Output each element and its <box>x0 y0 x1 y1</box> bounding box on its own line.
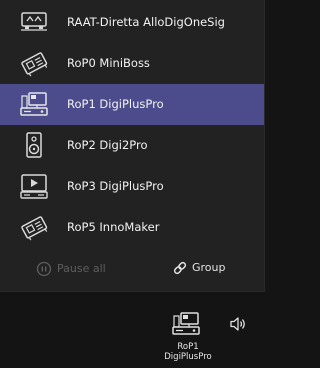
zone-item-raat-diretta[interactable]: RAAT-Diretta AlloDigOneSig <box>0 2 264 43</box>
zone-picker-popup: RAAT-Diretta AlloDigOneSig RoP0 MiniBoss <box>0 0 265 292</box>
zone-label: RoP2 Digi2Pro <box>67 138 148 152</box>
taskbar-current-zone[interactable]: RoP1 DigiPlusPro <box>161 309 215 365</box>
speaker-icon <box>19 131 49 159</box>
group-label: Group <box>192 261 226 274</box>
computer-display-icon <box>19 90 49 118</box>
zone-label: RoP1 DigiPlusPro <box>67 97 164 111</box>
zone-label: RoP5 InnoMaker <box>67 220 160 234</box>
zone-label: RAAT-Diretta AlloDigOneSig <box>67 15 225 29</box>
zone-item-rop0[interactable]: RoP0 MiniBoss <box>0 43 264 84</box>
volume-button[interactable] <box>229 316 247 332</box>
zone-label: RoP3 DigiPlusPro <box>67 179 164 193</box>
pause-all-button[interactable]: Pause all <box>36 261 106 277</box>
pause-all-label: Pause all <box>57 262 106 275</box>
server-device-icon <box>19 8 49 36</box>
link-icon <box>173 261 187 275</box>
zone-item-rop5[interactable]: RoP5 InnoMaker <box>0 207 264 248</box>
computer-display-icon <box>171 312 201 336</box>
speaker-volume-icon <box>230 317 245 331</box>
board-icon <box>19 213 49 241</box>
zone-actions-bar: Pause all Group <box>0 250 264 288</box>
taskbar-zone-name-line2: DigiPlusPro <box>164 352 212 362</box>
taskbar-zone-name-line1: RoP1 <box>177 342 199 352</box>
group-button[interactable]: Group <box>173 261 226 275</box>
zone-label: RoP0 MiniBoss <box>67 56 150 70</box>
zone-item-rop3[interactable]: RoP3 DigiPlusPro <box>0 166 264 207</box>
zone-item-rop1[interactable]: RoP1 DigiPlusPro <box>0 84 264 125</box>
pause-circle-icon <box>36 261 52 277</box>
zone-item-rop2[interactable]: RoP2 Digi2Pro <box>0 125 264 166</box>
media-player-icon <box>19 172 49 200</box>
board-icon <box>19 49 49 77</box>
